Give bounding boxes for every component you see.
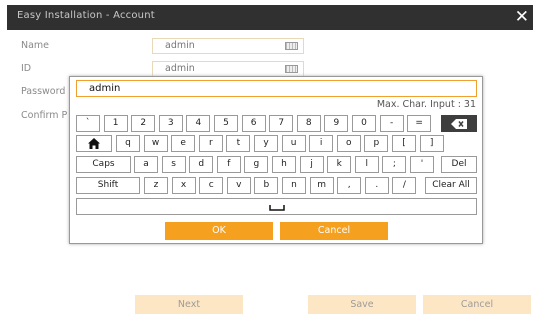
- key[interactable]: d: [189, 156, 214, 173]
- ok-button[interactable]: OK: [165, 222, 273, 240]
- key[interactable]: 4: [186, 115, 211, 132]
- virtual-keyboard: admin Max. Char. Input : 31 ` 1 2 3 4 5 6 7 8 9 0-…: [69, 76, 483, 244]
- next-button[interactable]: Next: [135, 295, 243, 314]
- name-label: Name: [21, 40, 50, 51]
- key[interactable]: ,: [337, 177, 362, 194]
- home-key[interactable]: [76, 135, 112, 152]
- keyboard-cancel-button[interactable]: Cancel: [280, 222, 388, 240]
- key[interactable]: 0: [352, 115, 376, 132]
- space-key[interactable]: [76, 198, 477, 215]
- key[interactable]: i: [309, 135, 334, 152]
- confirm-password-label: Confirm P: [21, 110, 68, 121]
- key[interactable]: 2: [131, 115, 156, 132]
- keyboard-icon[interactable]: [285, 65, 298, 73]
- key[interactable]: f: [216, 156, 241, 173]
- key[interactable]: y: [254, 135, 278, 152]
- home-icon: [88, 138, 100, 149]
- name-value: admin: [165, 40, 195, 51]
- key[interactable]: w: [143, 135, 168, 152]
- key[interactable]: m: [309, 177, 334, 194]
- key[interactable]: a: [134, 156, 158, 173]
- key[interactable]: `: [76, 115, 100, 132]
- keyboard-input[interactable]: admin: [76, 80, 477, 97]
- key[interactable]: q: [116, 135, 140, 152]
- key[interactable]: j: [299, 156, 324, 173]
- key[interactable]: b: [254, 177, 279, 194]
- key[interactable]: /: [392, 177, 417, 194]
- key[interactable]: n: [282, 177, 306, 194]
- key[interactable]: h: [272, 156, 296, 173]
- window-title: Easy Installation - Account: [17, 10, 155, 21]
- key[interactable]: z: [144, 177, 168, 194]
- key[interactable]: p: [364, 135, 389, 152]
- key[interactable]: 6: [241, 115, 266, 132]
- clear-all-key[interactable]: Clear All: [425, 177, 477, 194]
- key[interactable]: 5: [214, 115, 238, 132]
- key[interactable]: ]: [419, 135, 444, 152]
- key[interactable]: x: [171, 177, 196, 194]
- cancel-button[interactable]: Cancel: [423, 295, 531, 314]
- backspace-key[interactable]: [441, 115, 477, 132]
- key[interactable]: l: [354, 156, 379, 173]
- id-label: ID: [21, 63, 32, 74]
- key[interactable]: ;: [382, 156, 407, 173]
- key[interactable]: 3: [158, 115, 183, 132]
- key[interactable]: 9: [324, 115, 349, 132]
- keyboard-icon[interactable]: [285, 42, 298, 50]
- key[interactable]: k: [327, 156, 352, 173]
- key[interactable]: r: [198, 135, 223, 152]
- key[interactable]: 1: [103, 115, 128, 132]
- close-icon[interactable]: ✕: [515, 5, 529, 30]
- name-field[interactable]: admin: [152, 38, 304, 54]
- key[interactable]: .: [364, 177, 389, 194]
- space-bar-icon: [268, 205, 285, 211]
- key[interactable]: ': [410, 156, 434, 173]
- password-label: Password: [21, 86, 66, 97]
- id-value: admin: [165, 63, 195, 74]
- key[interactable]: [: [392, 135, 416, 152]
- key[interactable]: t: [226, 135, 251, 152]
- backspace-icon: [451, 119, 467, 129]
- key[interactable]: o: [336, 135, 361, 152]
- title-bar: Easy Installation - Account ✕: [7, 5, 533, 30]
- key[interactable]: 8: [296, 115, 321, 132]
- key[interactable]: g: [244, 156, 269, 173]
- max-char-info: Max. Char. Input : 31: [376, 99, 476, 110]
- key[interactable]: 7: [269, 115, 294, 132]
- key[interactable]: -: [379, 115, 404, 132]
- key[interactable]: e: [171, 135, 196, 152]
- id-field[interactable]: admin: [152, 61, 304, 77]
- save-button[interactable]: Save: [308, 295, 416, 314]
- shift-key[interactable]: Shift: [76, 177, 140, 194]
- key[interactable]: =: [407, 115, 432, 132]
- key[interactable]: u: [281, 135, 306, 152]
- del-key[interactable]: Del: [441, 156, 477, 173]
- key[interactable]: s: [161, 156, 186, 173]
- caps-key[interactable]: Caps: [76, 156, 131, 173]
- key[interactable]: v: [226, 177, 251, 194]
- key[interactable]: c: [199, 177, 224, 194]
